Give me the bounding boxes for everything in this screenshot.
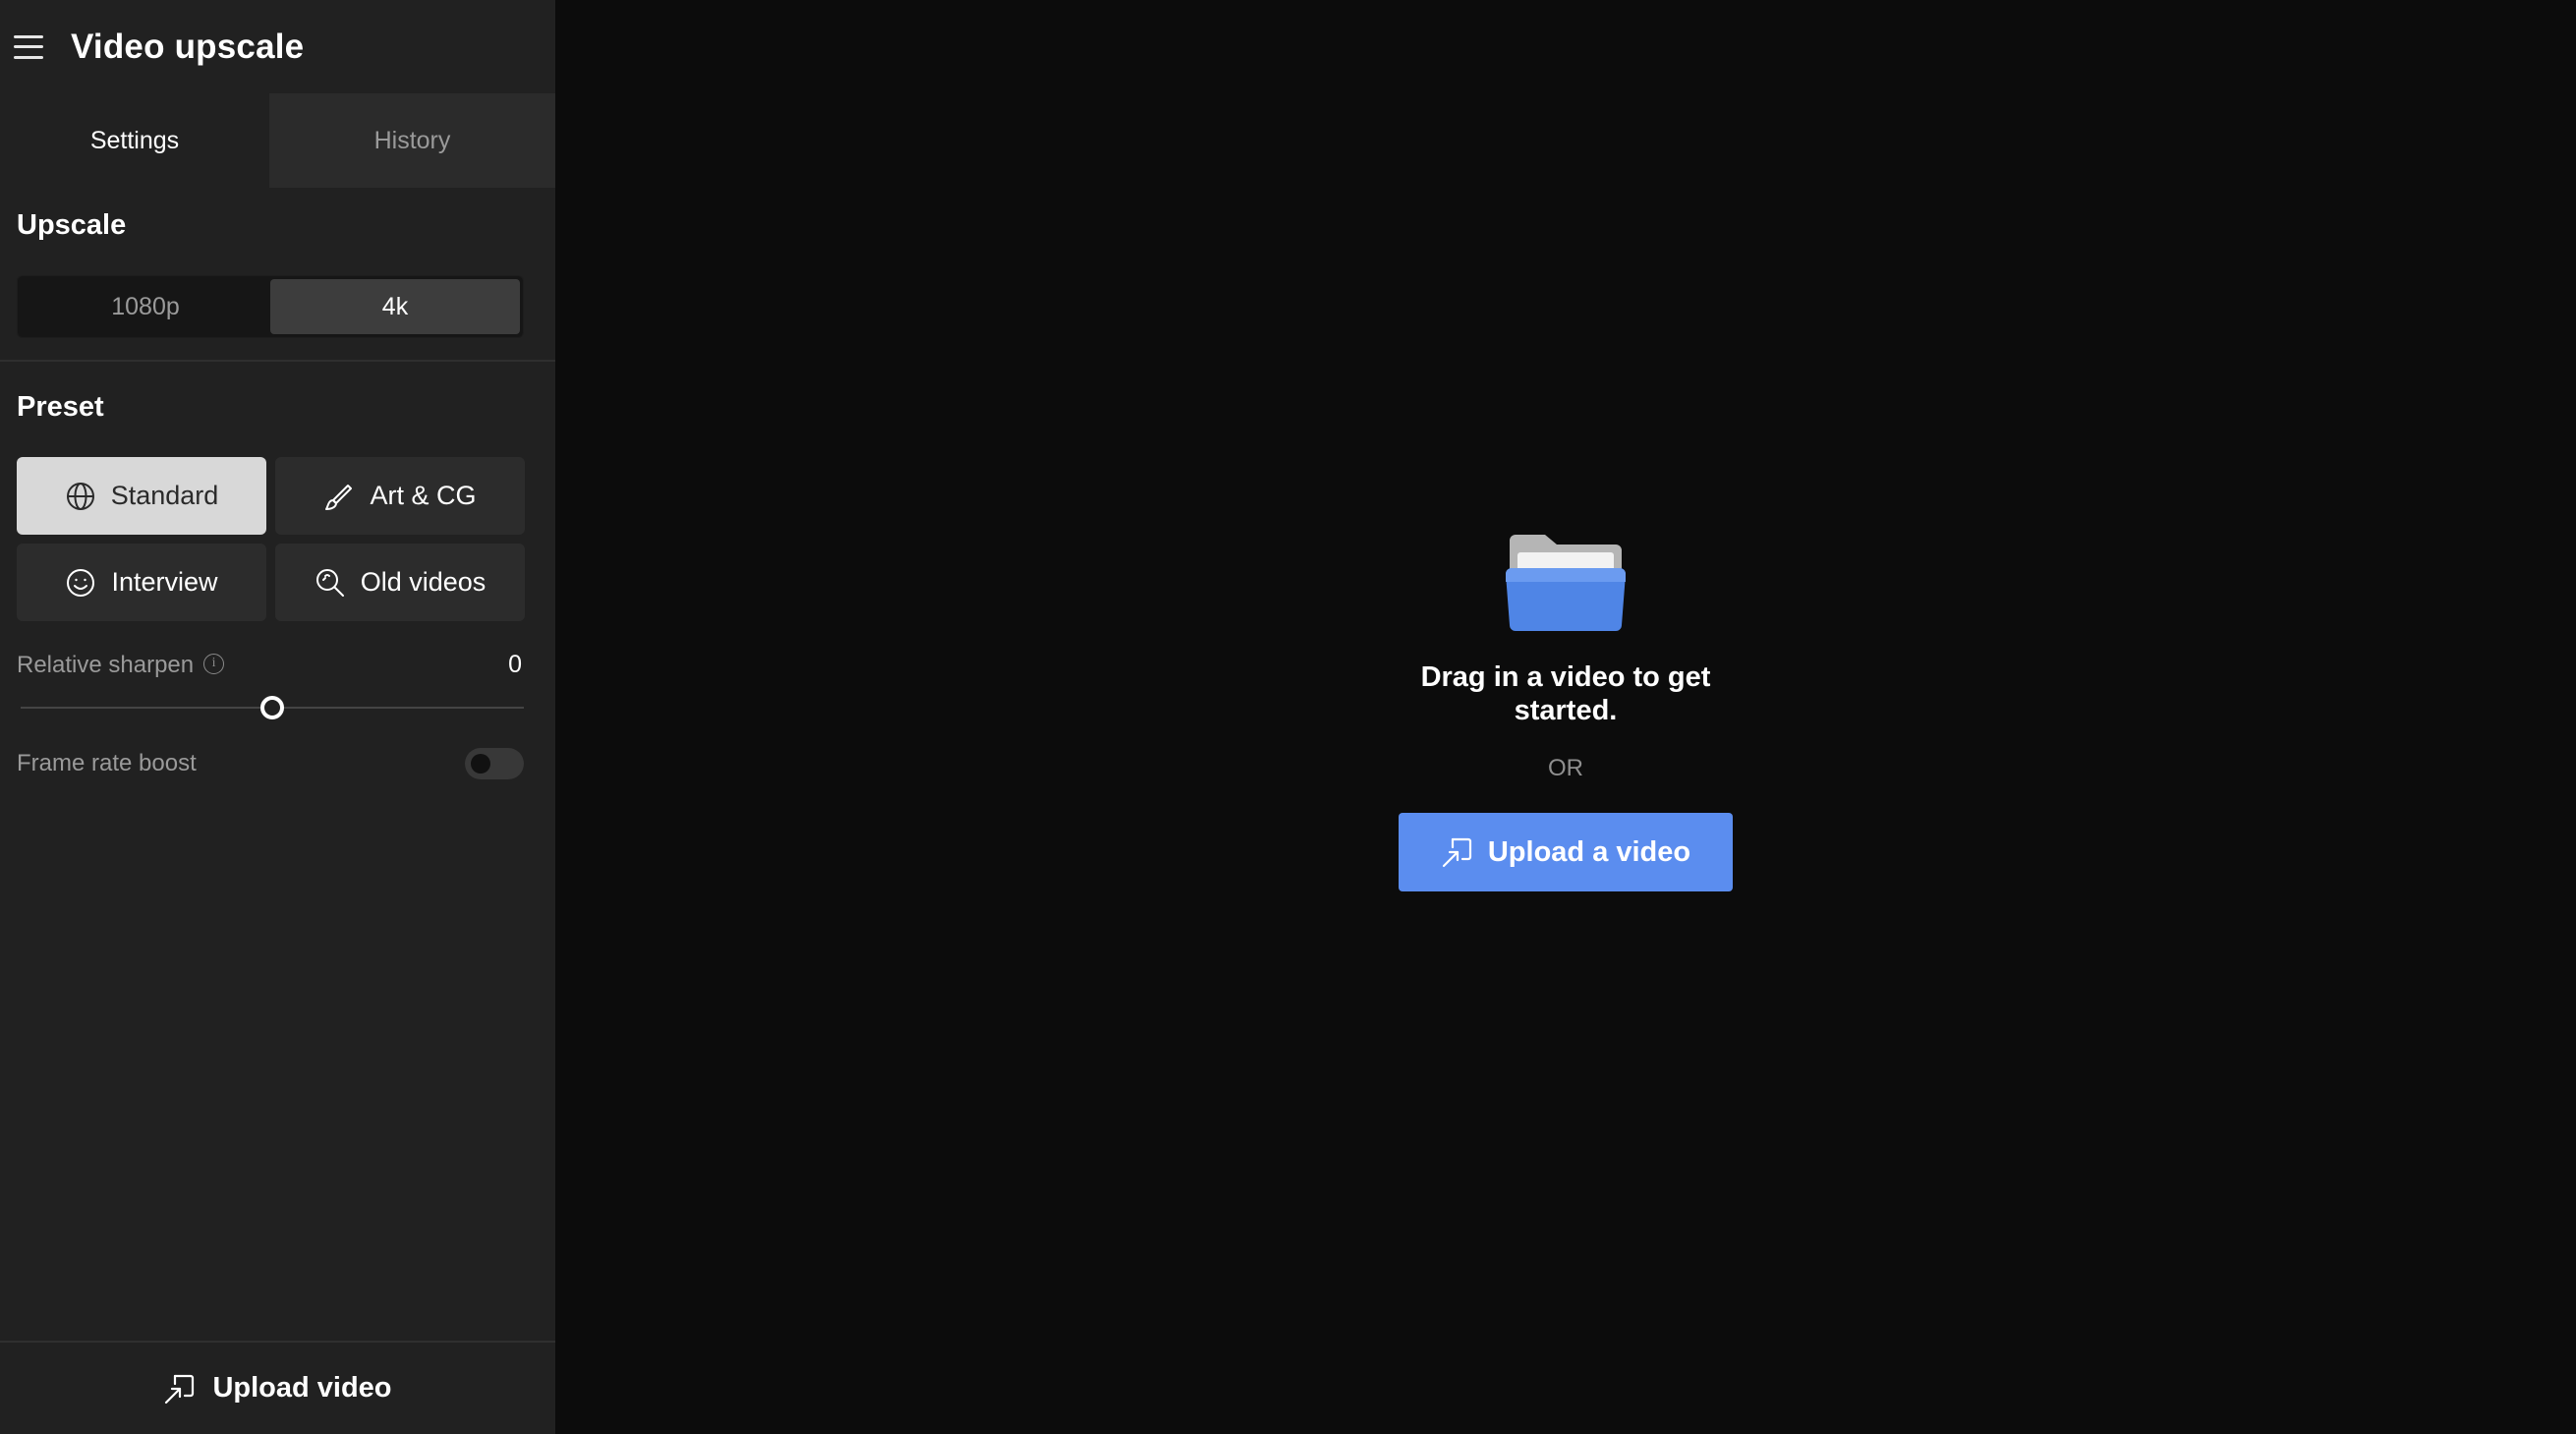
preset-interview-label: Interview [111,567,218,597]
app-title: Video upscale [71,27,305,66]
tab-settings[interactable]: Settings [0,93,269,188]
preset-title: Preset [17,391,104,423]
preset-art-cg-label: Art & CG [370,481,477,510]
preset-old-videos-label: Old videos [360,567,487,597]
tab-bar: Settings History [0,93,555,188]
preset-standard-label: Standard [110,481,219,510]
tab-history[interactable]: History [269,93,555,188]
smiley-icon [67,568,95,597]
or-separator: OR [1548,755,1583,781]
sidebar: Video upscale Settings History Upscale 1… [0,0,555,1434]
info-icon[interactable]: i [203,653,225,674]
sidebar-footer: Upload video [0,1341,555,1434]
drop-zone: Drag in a video to get started. OR Uploa… [555,531,2576,891]
upscale-segmented-control: 1080p 4k [17,275,524,338]
drop-instructions: Drag in a video to get started. [1420,661,1711,726]
upload-icon [1442,837,1471,868]
globe-icon [66,482,94,510]
preset-standard-button[interactable]: Standard [17,457,266,535]
slider-thumb[interactable] [260,696,284,719]
frame-rate-row: Frame rate boost [17,748,524,779]
brush-icon [325,484,353,510]
upscale-option-1080p[interactable]: 1080p [21,279,270,334]
frame-rate-toggle[interactable] [465,748,524,779]
folder-icon [1506,535,1626,631]
main-drop-area[interactable]: Drag in a video to get started. OR Uploa… [555,0,2576,1434]
toggle-knob [471,754,490,774]
upload-icon [165,1374,195,1404]
preset-art-cg-button[interactable]: Art & CG [275,457,525,535]
sharpen-label: Relative sharpen [17,651,195,678]
upscale-option-4k[interactable]: 4k [270,279,520,334]
sharpen-row: Relative sharpen i 0 [17,651,524,679]
upscale-section: Upscale 1080p 4k [0,188,555,360]
upload-a-video-button[interactable]: Upload a video [1399,813,1733,891]
preset-section: Preset Standard Art & CG Interview Old v… [0,362,555,779]
sharpen-value: 0 [508,651,522,678]
upscale-title: Upscale [17,209,127,241]
frame-rate-label: Frame rate boost [17,750,197,776]
upload-video-label: Upload video [212,1372,392,1404]
preset-old-videos-button[interactable]: Old videos [275,544,525,621]
sharpen-slider[interactable] [17,693,524,722]
preset-interview-button[interactable]: Interview [17,544,266,621]
upload-video-button[interactable]: Upload video [163,1372,392,1405]
upload-a-video-label: Upload a video [1487,835,1691,868]
hamburger-menu-icon[interactable] [14,34,43,59]
search-sparkle-icon [315,568,344,597]
preset-grid: Standard Art & CG Interview Old videos [17,457,539,621]
top-bar: Video upscale [0,0,555,93]
